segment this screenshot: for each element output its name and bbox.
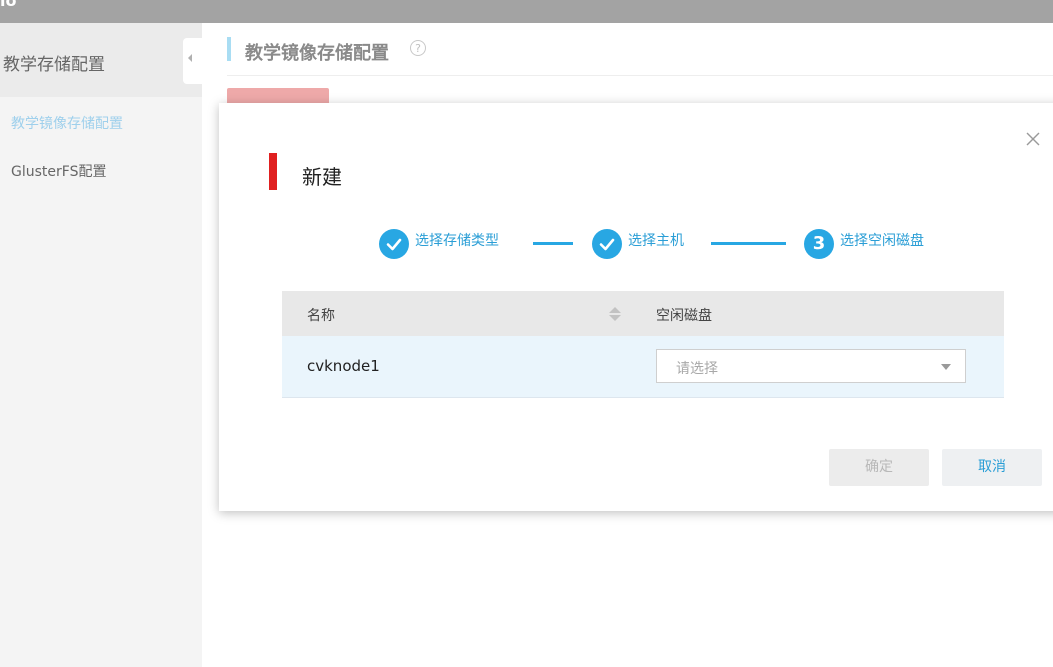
step-1-check [379, 229, 409, 259]
step-connector-2 [711, 242, 786, 245]
sort-icon[interactable] [608, 305, 622, 323]
column-header-free-disk: 空闲磁盘 [656, 308, 712, 324]
sidebar-collapse-button[interactable] [183, 38, 202, 84]
new-button-background[interactable] [227, 88, 329, 104]
dialog-title-accent [269, 153, 277, 190]
check-icon [599, 238, 615, 251]
step-1-label: 选择存储类型 [415, 233, 499, 249]
sidebar-header: 教学存储配置 [0, 23, 202, 97]
create-dialog: 新建 选择存储类型 选择主机 3 选择空闲磁盘 名称 空闲磁盘 cvknode1… [219, 103, 1053, 511]
step-2-label: 选择主机 [628, 233, 684, 249]
sidebar-item-image-storage[interactable]: 教学镜像存储配置 [11, 113, 123, 133]
select-placeholder: 请选择 [676, 361, 718, 377]
close-icon[interactable] [1025, 131, 1041, 147]
step-3-number: 3 [804, 229, 834, 259]
host-name-cell: cvknode1 [307, 357, 380, 375]
table-header: 名称 空闲磁盘 [282, 291, 1004, 336]
top-bar: lo [0, 0, 1053, 23]
sidebar: 教学存储配置 教学镜像存储配置 GlusterFS配置 [0, 23, 202, 667]
help-icon[interactable]: ? [410, 40, 426, 56]
caret-down-icon [941, 364, 951, 370]
confirm-button[interactable]: 确定 [829, 449, 929, 486]
table-row[interactable]: cvknode1 请选择 [282, 336, 1004, 398]
step-2-check [592, 229, 622, 259]
check-icon [386, 238, 402, 251]
dialog-title: 新建 [302, 165, 342, 189]
sidebar-item-glusterfs[interactable]: GlusterFS配置 [11, 161, 106, 181]
free-disk-select[interactable]: 请选择 [656, 349, 966, 383]
step-connector-1 [533, 242, 573, 245]
chevron-left-icon [188, 54, 192, 62]
page-title: 教学镜像存储配置 [245, 43, 389, 64]
header-divider [227, 75, 1053, 76]
sidebar-title: 教学存储配置 [3, 55, 105, 75]
app-logo: lo [0, 0, 17, 10]
column-header-name[interactable]: 名称 [307, 305, 335, 325]
step-3-label: 选择空闲磁盘 [840, 233, 924, 249]
title-accent-bar [227, 37, 231, 61]
cancel-button[interactable]: 取消 [942, 449, 1042, 486]
